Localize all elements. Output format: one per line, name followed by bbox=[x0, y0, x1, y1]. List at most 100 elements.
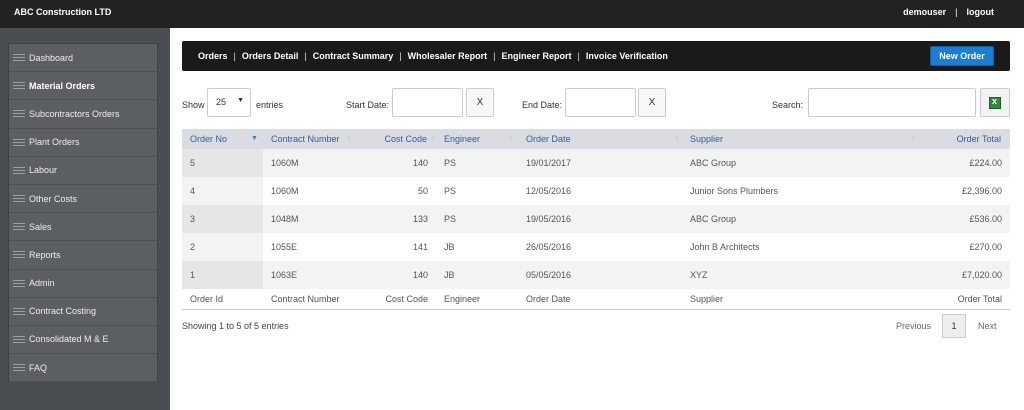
cell-contract-number: 1063E bbox=[263, 261, 353, 289]
cell-order-date: 26/05/2016 bbox=[518, 233, 682, 261]
sidebar-item-label: Reports bbox=[29, 249, 61, 260]
user-separator: | bbox=[955, 7, 958, 17]
previous-page-button[interactable]: Previous bbox=[896, 321, 931, 331]
header-engineer[interactable]: Engineer ⇕ bbox=[436, 129, 518, 149]
sidebar-item-label: Sales bbox=[29, 221, 52, 232]
sidebar-item-sales[interactable]: Sales bbox=[9, 213, 157, 242]
cell-order-total: £224.00 bbox=[922, 149, 1010, 177]
cell-cost-code: 133 bbox=[353, 205, 436, 233]
header-order-no[interactable]: Order No ▼ bbox=[182, 129, 263, 149]
header-order-date[interactable]: Order Date ⇕ bbox=[518, 129, 682, 149]
cell-cost-code: 141 bbox=[353, 233, 436, 261]
cell-cost-code: 50 bbox=[353, 177, 436, 205]
table-row[interactable]: 1 1063E 140 JB 05/05/2016 XYZ £7,020.00 bbox=[182, 261, 1010, 289]
header-order-total[interactable]: Order Total bbox=[922, 129, 1010, 149]
nav-link-orders-detail[interactable]: Orders Detail bbox=[242, 51, 299, 61]
nav-link-engineer-report[interactable]: Engineer Report bbox=[501, 51, 571, 61]
orders-table: Order No ▼ Contract Number ⇕ Cost Code ⇕ En… bbox=[182, 129, 1010, 310]
footer-engineer: Engineer bbox=[436, 289, 518, 310]
cell-order-date: 12/05/2016 bbox=[518, 177, 682, 205]
cell-supplier: XYZ bbox=[682, 261, 922, 289]
sidebar-item-other-costs[interactable]: Other Costs bbox=[9, 185, 157, 214]
table-row[interactable]: 3 1048M 133 PS 19/05/2016 ABC Group £536… bbox=[182, 205, 1010, 233]
footer-order-total: Order Total bbox=[922, 289, 1010, 310]
show-label: Show bbox=[182, 100, 205, 110]
next-page-button[interactable]: Next bbox=[978, 321, 997, 331]
cell-engineer: JB bbox=[436, 233, 518, 261]
footer-order-date: Order Date bbox=[518, 289, 682, 310]
user-area: demouser | logout bbox=[903, 7, 994, 17]
cell-supplier: ABC Group bbox=[682, 205, 922, 233]
cell-order-total: £270.00 bbox=[922, 233, 1010, 261]
menu-lines-icon bbox=[13, 251, 25, 259]
cell-order-no: 4 bbox=[182, 177, 263, 205]
nav-separator: | bbox=[304, 51, 307, 61]
header-contract-number[interactable]: Contract Number ⇕ bbox=[263, 129, 353, 149]
nav-link-contract-summary[interactable]: Contract Summary bbox=[313, 51, 394, 61]
cell-engineer: PS bbox=[436, 149, 518, 177]
menu-lines-icon bbox=[13, 307, 25, 315]
cell-supplier: ABC Group bbox=[682, 149, 922, 177]
excel-export-button[interactable] bbox=[980, 88, 1010, 117]
sidebar-item-material-orders[interactable]: Material Orders bbox=[9, 72, 157, 101]
footer-contract-number: Contract Number bbox=[263, 289, 353, 310]
clear-end-date-button[interactable]: X bbox=[638, 88, 666, 117]
entries-select[interactable]: 25 ▼ bbox=[207, 88, 251, 117]
excel-icon bbox=[989, 96, 1001, 109]
cell-contract-number: 1060M bbox=[263, 177, 353, 205]
sidebar-item-plant-orders[interactable]: Plant Orders bbox=[9, 129, 157, 157]
sidebar-item-label: FAQ bbox=[29, 362, 48, 373]
logout-link[interactable]: logout bbox=[967, 7, 995, 17]
sidebar-item-admin[interactable]: Admin bbox=[9, 270, 157, 298]
cell-cost-code: 140 bbox=[353, 261, 436, 289]
nav-links: Orders | Orders Detail | Contract Summar… bbox=[198, 51, 668, 61]
table-controls: Show 25 ▼ entries Start Date: X End Date… bbox=[182, 88, 1012, 120]
table-row[interactable]: 4 1060M 50 PS 12/05/2016 Junior Sons Plu… bbox=[182, 177, 1010, 205]
start-date-label: Start Date: bbox=[346, 100, 390, 110]
header-cost-code[interactable]: Cost Code ⇕ bbox=[353, 129, 436, 149]
nav-link-wholesaler-report[interactable]: Wholesaler Report bbox=[408, 51, 488, 61]
entries-value: 25 bbox=[216, 97, 227, 107]
table-footer-row: Order Id Contract Number Cost Code Engin… bbox=[182, 289, 1010, 310]
sidebar-item-contract-costing[interactable]: Contract Costing bbox=[9, 298, 157, 326]
cell-contract-number: 1048M bbox=[263, 205, 353, 233]
top-bar: ABC Construction LTD demouser | logout bbox=[0, 0, 1024, 28]
sort-icon: ⇕ bbox=[674, 136, 680, 143]
sidebar-item-dashboard[interactable]: Dashboard bbox=[9, 44, 157, 73]
menu-lines-icon bbox=[13, 166, 25, 174]
menu-lines-icon bbox=[13, 364, 25, 372]
sidebar-item-consolidated-me[interactable]: Consolidated M & E bbox=[9, 326, 157, 355]
end-date-input[interactable] bbox=[565, 88, 636, 117]
clear-start-date-button[interactable]: X bbox=[466, 88, 494, 117]
search-input[interactable] bbox=[808, 88, 976, 117]
username[interactable]: demouser bbox=[903, 7, 946, 17]
sidebar-item-faq[interactable]: FAQ bbox=[9, 354, 157, 383]
cell-order-date: 19/05/2016 bbox=[518, 205, 682, 233]
menu-lines-icon bbox=[13, 138, 25, 146]
sidebar-item-label: Other Costs bbox=[29, 193, 78, 204]
sidebar-item-label: Labour bbox=[29, 165, 58, 176]
new-order-button[interactable]: New Order bbox=[930, 46, 994, 66]
cell-order-total: £7,020.00 bbox=[922, 261, 1010, 289]
cell-contract-number: 1055E bbox=[263, 233, 353, 261]
nav-link-orders[interactable]: Orders bbox=[198, 51, 228, 61]
sidebar-item-label: Material Orders bbox=[29, 80, 96, 91]
sidebar-item-label: Consolidated M & E bbox=[29, 334, 109, 345]
page-1-button[interactable]: 1 bbox=[942, 314, 967, 338]
sort-icon: ⇕ bbox=[910, 136, 916, 143]
table-row[interactable]: 2 1055E 141 JB 26/05/2016 John B Archite… bbox=[182, 233, 1010, 261]
nav-separator: | bbox=[577, 51, 580, 61]
sidebar-item-label: Plant Orders bbox=[29, 137, 80, 148]
cell-order-no: 5 bbox=[182, 149, 263, 177]
sidebar-item-subcontractors-orders[interactable]: Subcontractors Orders bbox=[9, 100, 157, 129]
menu-lines-icon bbox=[13, 195, 25, 203]
entries-label: entries bbox=[256, 100, 284, 110]
nav-link-invoice-verification[interactable]: Invoice Verification bbox=[586, 51, 668, 61]
sort-icon: ⇕ bbox=[346, 136, 352, 143]
pagination: Previous 1 Next bbox=[896, 314, 997, 338]
table-row[interactable]: 5 1060M 140 PS 19/01/2017 ABC Group £224… bbox=[182, 149, 1010, 177]
sidebar-item-labour[interactable]: Labour bbox=[9, 157, 157, 185]
start-date-input[interactable] bbox=[392, 88, 463, 117]
sidebar-item-reports[interactable]: Reports bbox=[9, 241, 157, 270]
header-supplier[interactable]: Supplier ⇕ bbox=[682, 129, 922, 149]
